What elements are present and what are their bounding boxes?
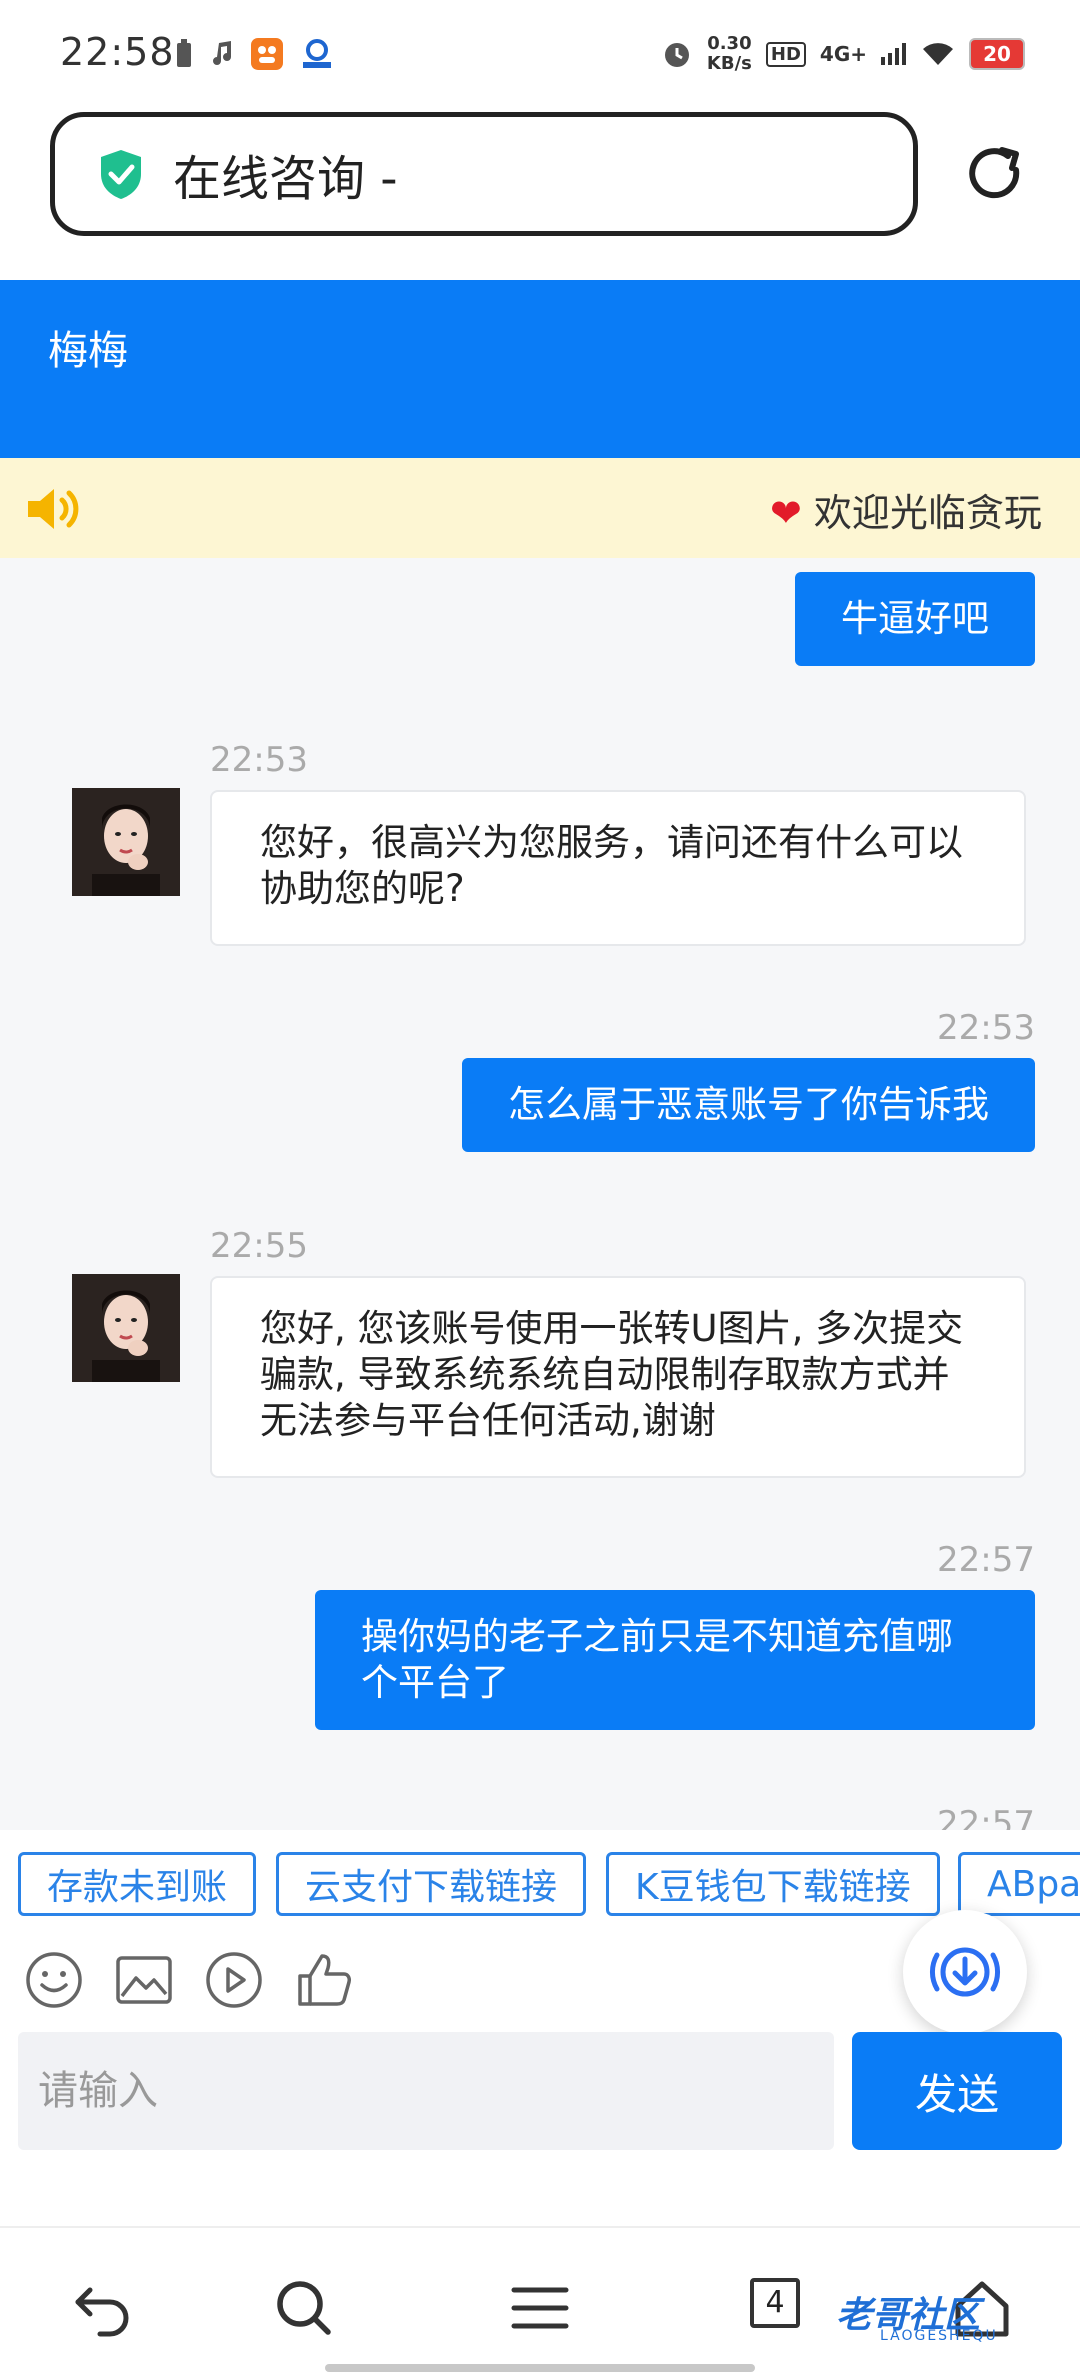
message-input-row: 发送 (0, 2032, 1080, 2232)
emoji-icon[interactable] (24, 1950, 84, 2010)
status-bar: 22:58 0.30 KB/s HD 4G+ 20 (0, 0, 1080, 110)
announcement-text: ❤ 欢迎光临贪玩 (770, 491, 1042, 535)
agent-name: 梅梅 (48, 328, 128, 374)
alarm-icon (664, 43, 689, 67)
message-input[interactable] (18, 2032, 834, 2150)
app-notification-icon (251, 38, 283, 70)
browser-nav-bar: 4 老哥社区 LAOGESHEQU (0, 2226, 1080, 2378)
signal-label: 4G+ (819, 42, 867, 66)
home-indicator[interactable] (325, 2364, 755, 2372)
quick-reply-button[interactable]: ABpay (958, 1852, 1080, 1916)
thumbs-up-icon[interactable] (294, 1950, 354, 2010)
announcement-bar: ❤ 欢迎光临贪玩 (0, 458, 1080, 558)
bank-app-icon (303, 39, 331, 68)
quick-reply-button[interactable]: 存款未到账 (18, 1852, 257, 1916)
message-time: 22:55 (210, 1226, 308, 1266)
menu-icon[interactable] (508, 2276, 572, 2340)
video-play-icon[interactable] (204, 1950, 264, 2010)
quick-reply-button[interactable]: 云支付下载链接 (276, 1852, 587, 1916)
tabs-count-button[interactable]: 4 (750, 2278, 800, 2328)
message-time: 22:57 (937, 1804, 1035, 1830)
agent-avatar (72, 788, 180, 896)
quick-replies[interactable]: 存款未到账 云支付下载链接 K豆钱包下载链接 ABpay (0, 1830, 1080, 1922)
battery-saver-icon (177, 39, 191, 67)
notification-icons (175, 38, 333, 70)
status-right-icons: 0.30 KB/s HD 4G+ 20 (661, 34, 1025, 74)
message-bubble-sent: 操你妈的老子之前只是不知道充值哪个平台了 (315, 1590, 1035, 1730)
speaker-icon (28, 489, 79, 529)
chat-header: 梅梅 (0, 280, 1080, 458)
image-icon[interactable] (114, 1950, 174, 2010)
page-title: 在线咨询 - (173, 151, 398, 207)
watermark-subtext: LAOGESHEQU (880, 2328, 998, 2344)
battery-indicator: 20 (969, 38, 1025, 70)
message-bubble-sent: 怎么属于恶意账号了你告诉我 (462, 1058, 1035, 1152)
back-icon[interactable] (70, 2276, 134, 2340)
wifi-icon (923, 43, 953, 65)
net-speed: 0.30 KB/s (706, 33, 752, 74)
message-time: 22:53 (937, 1008, 1035, 1048)
message-bubble-sent: 牛逼好吧 (795, 572, 1035, 666)
agent-avatar (72, 1274, 180, 1382)
hd-badge: HD (765, 41, 806, 67)
message-time: 22:53 (210, 740, 308, 780)
message-bubble-received: 您好，很高兴为您服务，请问还有什么可以协助您的呢? (210, 790, 1026, 946)
message-bubble-received: 您好, 您该账号使用一张转U图片, 多次提交骗款, 导致系统系统自动限制存取款方… (210, 1276, 1026, 1478)
status-time: 22:58 (60, 30, 175, 74)
reload-icon[interactable] (960, 140, 1030, 210)
chat-messages[interactable]: 牛逼好吧 22:53 您好，很高兴为您服务，请问还有什么可以协助您的呢? 22:… (0, 558, 1080, 1830)
music-note-icon (213, 41, 231, 65)
secure-shield-icon (101, 150, 141, 199)
send-button[interactable]: 发送 (852, 2032, 1062, 2150)
download-float-button[interactable] (903, 1910, 1027, 2034)
message-time: 22:57 (937, 1540, 1035, 1580)
address-bar[interactable]: 在线咨询 - (50, 112, 918, 236)
quick-reply-button[interactable]: K豆钱包下载链接 (606, 1852, 940, 1916)
download-icon (929, 1947, 1001, 1997)
signal-bars-icon (881, 43, 906, 65)
heart-icon: ❤ (770, 491, 802, 535)
search-icon[interactable] (272, 2276, 336, 2340)
